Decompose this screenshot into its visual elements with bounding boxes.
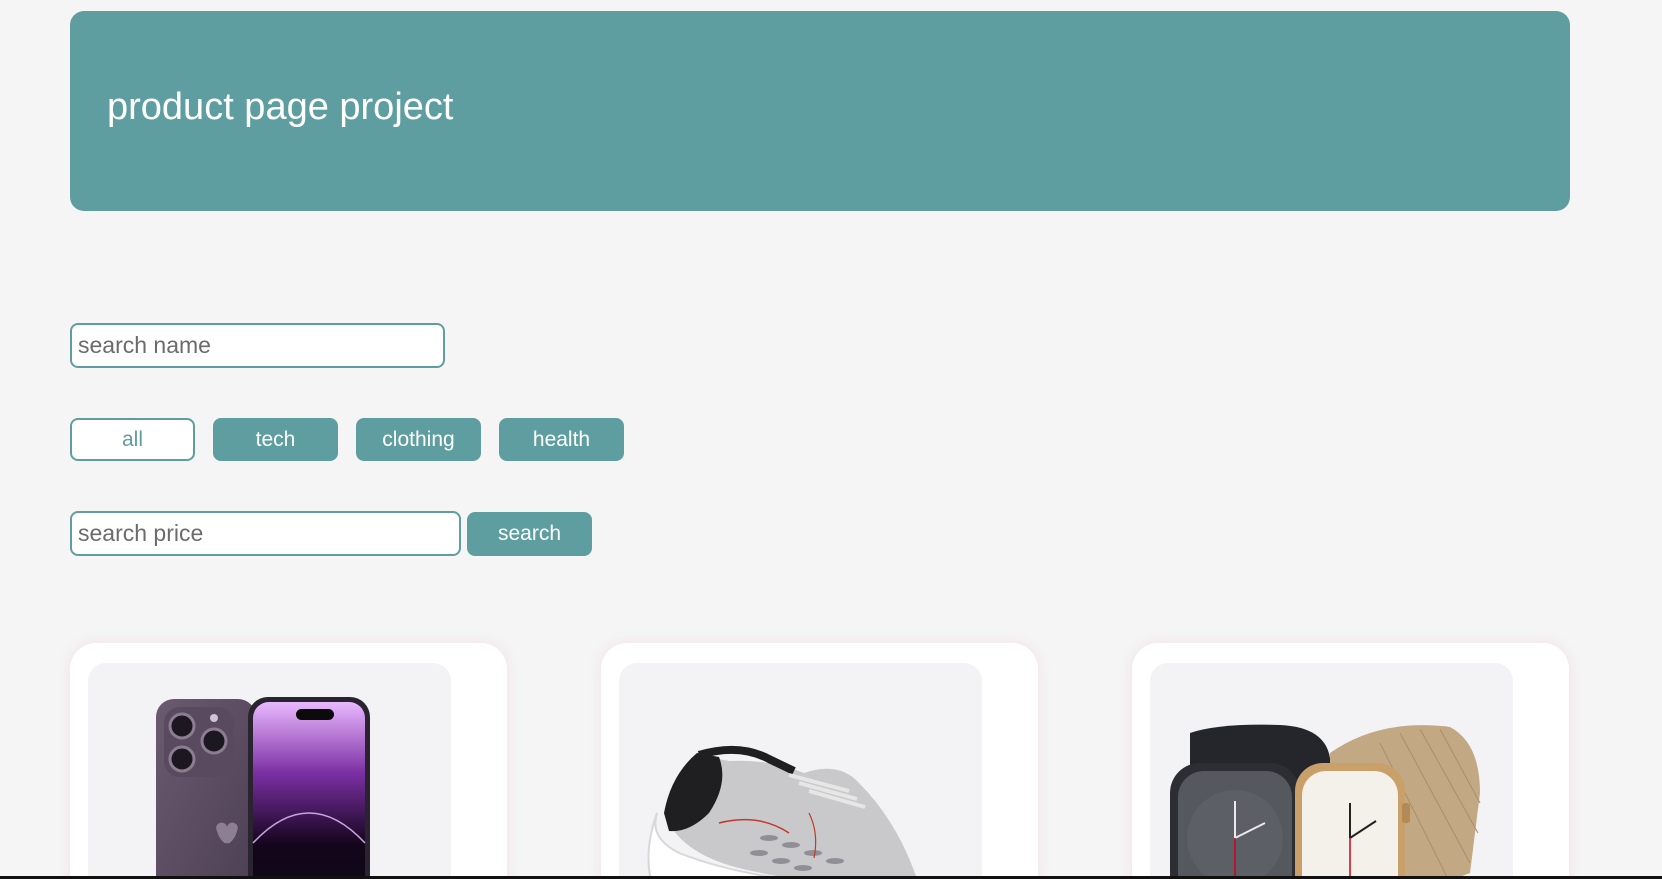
- search-price-input[interactable]: [70, 511, 461, 556]
- search-name-input[interactable]: [70, 323, 445, 368]
- search-button[interactable]: search: [467, 512, 592, 556]
- product-card[interactable]: [70, 643, 507, 879]
- page-title: product page project: [107, 85, 454, 128]
- product-image-box: [1150, 663, 1513, 879]
- filter-tech-button[interactable]: tech: [213, 418, 338, 461]
- filter-clothing-button[interactable]: clothing: [356, 418, 481, 461]
- filter-all-button[interactable]: all: [70, 418, 195, 461]
- filter-health-button[interactable]: health: [499, 418, 624, 461]
- product-image-box: [619, 663, 982, 879]
- watch-image: [1170, 724, 1481, 879]
- header-banner: product page project: [70, 11, 1570, 211]
- product-card[interactable]: [1132, 643, 1569, 879]
- product-image-box: [88, 663, 451, 879]
- product-card[interactable]: [601, 643, 1038, 879]
- sneaker-image: [647, 745, 917, 879]
- category-filters: all tech clothing health: [70, 418, 624, 461]
- phone-image: [156, 697, 370, 879]
